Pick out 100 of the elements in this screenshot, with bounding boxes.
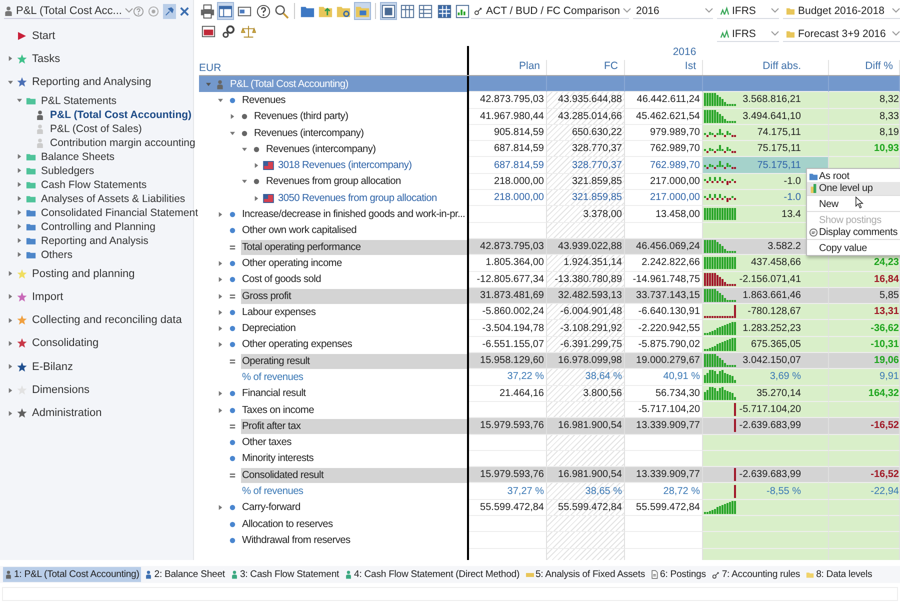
tree-item[interactable]: Dimensions — [32, 384, 90, 396]
row-label[interactable]: Other operating income — [241, 256, 467, 271]
expand-toggle[interactable] — [218, 260, 222, 266]
expand-toggle[interactable] — [218, 98, 222, 103]
expand-toggle[interactable] — [218, 391, 222, 396]
view-columns-button[interactable] — [399, 2, 416, 20]
view-frame-button[interactable] — [380, 2, 398, 20]
row-label[interactable]: Financial result — [241, 386, 467, 402]
column-header[interactable]: FC — [547, 60, 625, 75]
document-tab[interactable]: 6: Postings — [649, 567, 708, 582]
row-label[interactable]: Other operating expenses — [241, 337, 467, 352]
document-tab[interactable]: 8: Data levels — [804, 567, 874, 582]
document-tab[interactable]: 2: Balance Sheet — [143, 567, 227, 582]
row-label[interactable]: Carry-forward — [241, 500, 467, 516]
expand-toggle[interactable] — [254, 163, 258, 168]
row-label[interactable]: 3050 Revenues from group allocation — [277, 190, 467, 206]
expand-toggle[interactable] — [8, 294, 13, 300]
row-label[interactable]: Cost of goods sold — [241, 272, 467, 288]
dropdown-field[interactable]: ACT / BUD / FC Comparison — [471, 3, 629, 19]
row-label[interactable]: Other own work capitalised — [241, 223, 467, 238]
row-label[interactable]: Operating result — [241, 354, 467, 369]
expand-toggle[interactable] — [8, 271, 13, 276]
expand-toggle[interactable] — [8, 80, 13, 85]
help-button[interactable] — [254, 2, 272, 20]
expand-toggle[interactable] — [17, 210, 22, 216]
expand-toggle[interactable] — [242, 179, 246, 184]
tree-item[interactable]: Analyses of Assets & Liabilities — [41, 192, 186, 205]
expand-toggle[interactable] — [17, 252, 22, 258]
expand-toggle[interactable] — [218, 408, 222, 413]
view-grid-button[interactable] — [436, 2, 453, 20]
tree-item[interactable]: Start — [32, 30, 56, 42]
row-label[interactable]: Labour expenses — [241, 304, 467, 320]
expand-toggle[interactable] — [230, 114, 234, 120]
row-label[interactable]: Total operating performance — [241, 240, 467, 255]
expand-toggle[interactable] — [17, 168, 22, 174]
expand-toggle[interactable] — [8, 318, 13, 323]
expand-toggle[interactable] — [218, 212, 222, 218]
expand-toggle[interactable] — [218, 310, 222, 315]
tree-item[interactable]: Controlling and Planning — [41, 220, 156, 233]
search-button[interactable] — [273, 2, 290, 20]
menu-item[interactable]: Display comments — [807, 226, 900, 240]
row-label[interactable]: Revenues (intercompany) — [265, 142, 467, 157]
expand-toggle[interactable] — [8, 388, 13, 393]
expand-toggle[interactable] — [8, 340, 13, 346]
tree-item[interactable]: Posting and planning — [32, 268, 135, 280]
column-header[interactable]: Diff % — [829, 60, 900, 75]
expand-toggle[interactable] — [218, 326, 222, 332]
row-label[interactable]: Gross profit — [241, 288, 467, 304]
expand-toggle[interactable] — [17, 98, 22, 104]
row-label[interactable]: Revenues from group allocation — [265, 174, 467, 190]
column-header[interactable]: Diff abs. — [703, 60, 829, 75]
row-label[interactable]: % of revenues — [241, 484, 467, 500]
expand-toggle[interactable] — [17, 154, 22, 160]
document-tab[interactable]: 4: Cash Flow Statement (Direct Method) — [343, 567, 522, 582]
row-label[interactable]: 3018 Revenues (intercompany) — [277, 158, 467, 174]
document-tab[interactable]: 7: Accounting rules — [710, 567, 802, 582]
row-label[interactable]: Consolidated result — [241, 468, 467, 483]
expand-toggle[interactable] — [17, 238, 22, 244]
document-tab[interactable]: 3: Cash Flow Statement — [228, 567, 342, 582]
dropdown-field[interactable]: IFRS — [717, 26, 779, 42]
expand-toggle[interactable] — [254, 196, 258, 201]
expand-toggle[interactable] — [218, 342, 222, 348]
tree-item[interactable]: Administration — [32, 407, 102, 420]
expand-toggle[interactable] — [218, 277, 222, 282]
row-label[interactable]: Revenues (intercompany) — [253, 126, 467, 141]
expand-toggle[interactable] — [230, 130, 234, 136]
tree-item[interactable]: Contribution margin accounting — [50, 136, 196, 149]
dropdown-field[interactable]: IFRS — [717, 3, 779, 19]
row-label[interactable]: Revenues (third party) — [253, 109, 467, 124]
row-label[interactable]: Taxes on income — [241, 402, 467, 418]
tree-item[interactable]: Consolidated Financial Statement — [41, 206, 198, 219]
row-label[interactable]: Allocation to reserves — [241, 516, 467, 532]
tree-item[interactable]: P&L (Cost of Sales) — [50, 122, 142, 135]
tree-item[interactable]: Subledgers — [41, 164, 94, 177]
print-button[interactable] — [199, 2, 216, 20]
tree-item[interactable]: Balance Sheets — [41, 150, 115, 163]
tree-item[interactable]: E-Bilanz — [32, 360, 73, 373]
view-rows-button[interactable] — [418, 2, 434, 20]
tree-item[interactable]: Tasks — [32, 52, 60, 65]
expand-toggle[interactable] — [242, 146, 246, 152]
expand-toggle[interactable] — [8, 56, 13, 62]
expand-toggle[interactable] — [8, 410, 13, 416]
row-label[interactable]: Depreciation — [241, 321, 467, 336]
view-chart-button[interactable] — [454, 2, 471, 20]
expand-toggle[interactable] — [17, 182, 22, 188]
report-selector[interactable]: P&L (Total Cost Acc... — [4, 3, 130, 19]
folder-view-button[interactable] — [354, 2, 372, 20]
tree-item[interactable]: Consolidating — [32, 337, 99, 350]
column-header[interactable]: Ist — [625, 60, 703, 75]
row-label[interactable]: Increase/decrease in finished goods and work-in-pr... — [241, 207, 467, 222]
tree-item[interactable]: Cash Flow Statements — [41, 178, 147, 191]
pin-button[interactable] — [162, 4, 176, 18]
dropdown-field[interactable]: Forecast 3+9 2016 — [783, 26, 900, 42]
row-label[interactable]: Other taxes — [241, 435, 467, 450]
menu-item[interactable]: One level up — [807, 182, 900, 196]
tree-item[interactable]: Collecting and reconciling data — [32, 314, 182, 326]
row-label[interactable]: Minority interests — [241, 451, 467, 466]
document-tab[interactable]: 1: P&L (Total Cost Accounting) — [3, 567, 142, 582]
expand-toggle[interactable] — [8, 364, 13, 370]
expand-toggle[interactable] — [218, 505, 222, 510]
